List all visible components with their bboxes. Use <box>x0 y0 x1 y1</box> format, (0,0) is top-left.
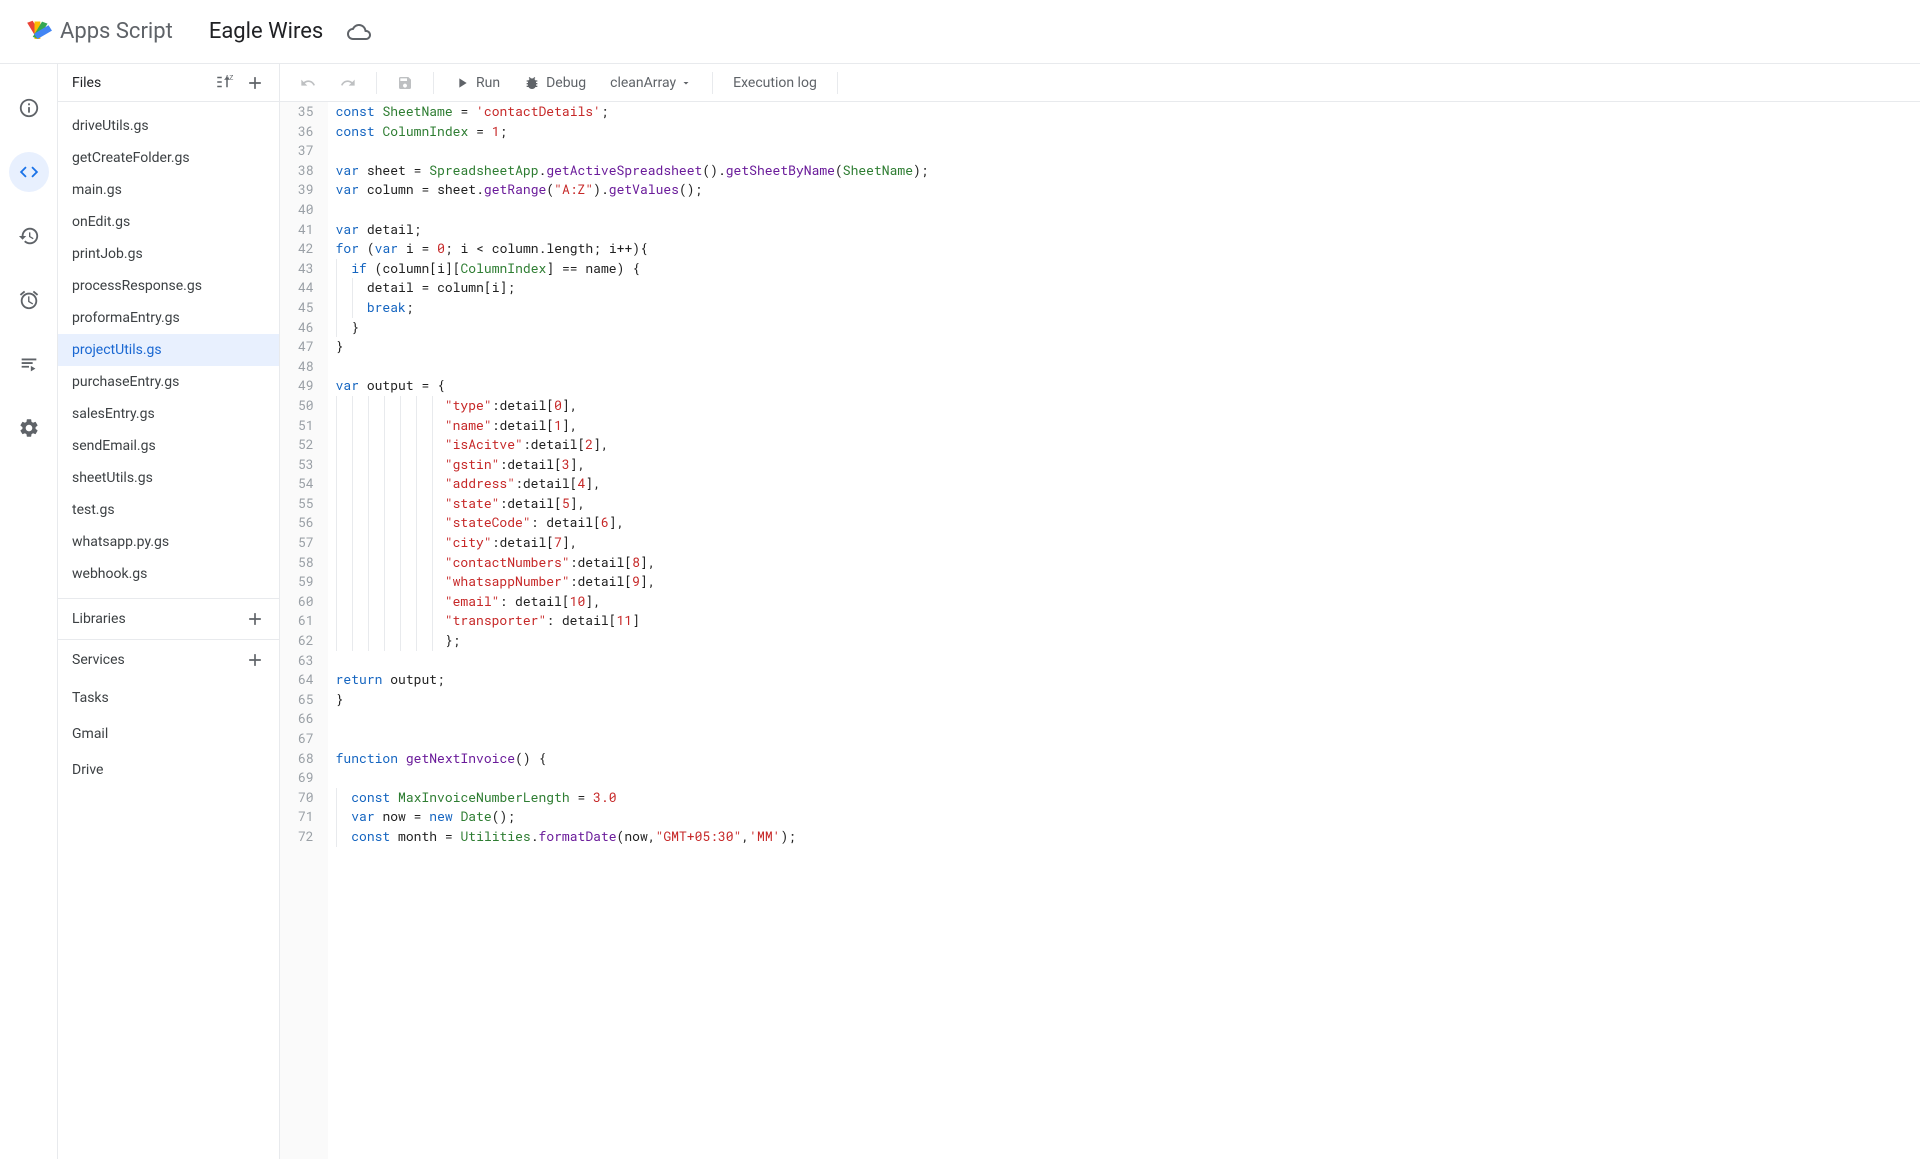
debug-label: Debug <box>546 75 586 91</box>
undo-button[interactable] <box>290 69 326 97</box>
line-gutter: 3536373839404142434445464748495051525354… <box>280 102 328 1159</box>
file-item[interactable]: onEdit.gs <box>58 206 279 238</box>
exec-log-label: Execution log <box>733 75 817 91</box>
file-item[interactable]: getCreateFolder.gs <box>58 142 279 174</box>
file-item[interactable]: sheetUtils.gs <box>58 462 279 494</box>
file-item[interactable]: main.gs <box>58 174 279 206</box>
sort-az-icon[interactable]: AZ <box>215 73 235 93</box>
file-item[interactable]: driveUtils.gs <box>58 110 279 142</box>
service-item[interactable]: Tasks <box>58 680 279 716</box>
nav-triggers-history[interactable] <box>9 216 49 256</box>
editor-area: Run Debug cleanArray Execution log 35363… <box>280 64 1920 1159</box>
nav-executions[interactable] <box>9 344 49 384</box>
sidebar: Files AZ driveUtils.gsgetCreateFolder.gs… <box>58 64 280 1159</box>
execution-log-button[interactable]: Execution log <box>723 69 827 97</box>
files-label: Files <box>72 75 101 91</box>
run-label: Run <box>476 75 500 91</box>
file-item[interactable]: processResponse.gs <box>58 270 279 302</box>
services-header: Services <box>58 639 279 680</box>
nav-editor[interactable] <box>9 152 49 192</box>
run-button[interactable]: Run <box>444 69 510 97</box>
debug-button[interactable]: Debug <box>514 69 596 97</box>
service-item[interactable]: Drive <box>58 752 279 788</box>
cloud-saved-icon[interactable] <box>347 20 371 44</box>
service-item[interactable]: Gmail <box>58 716 279 752</box>
svg-text:AZ: AZ <box>225 73 233 81</box>
nav-overview[interactable] <box>9 88 49 128</box>
logo-area: Apps Script <box>24 18 173 46</box>
app-name: Apps Script <box>60 19 173 44</box>
function-selected: cleanArray <box>610 75 676 91</box>
code-content[interactable]: const SheetName = 'contactDetails';const… <box>328 102 937 1159</box>
function-selector[interactable]: cleanArray <box>600 69 702 97</box>
header: Apps Script Eagle Wires <box>0 0 1920 64</box>
add-service-icon[interactable] <box>245 650 265 670</box>
apps-script-logo-icon <box>24 18 52 46</box>
file-item[interactable]: purchaseEntry.gs <box>58 366 279 398</box>
files-header: Files AZ <box>58 64 279 102</box>
file-item[interactable]: proformaEntry.gs <box>58 302 279 334</box>
add-file-icon[interactable] <box>245 73 265 93</box>
redo-button[interactable] <box>330 69 366 97</box>
file-item[interactable]: projectUtils.gs <box>58 334 279 366</box>
libraries-header: Libraries <box>58 598 279 639</box>
code-editor[interactable]: 3536373839404142434445464748495051525354… <box>280 102 1920 1159</box>
file-item[interactable]: printJob.gs <box>58 238 279 270</box>
file-item[interactable]: salesEntry.gs <box>58 398 279 430</box>
add-library-icon[interactable] <box>245 609 265 629</box>
nav-triggers-alarm[interactable] <box>9 280 49 320</box>
nav-rail <box>0 64 58 1159</box>
file-item[interactable]: webhook.gs <box>58 558 279 590</box>
project-name[interactable]: Eagle Wires <box>209 19 323 44</box>
save-button[interactable] <box>387 69 423 97</box>
nav-settings[interactable] <box>9 408 49 448</box>
chevron-down-icon <box>680 77 692 89</box>
file-list: driveUtils.gsgetCreateFolder.gsmain.gson… <box>58 102 279 598</box>
editor-toolbar: Run Debug cleanArray Execution log <box>280 64 1920 102</box>
file-item[interactable]: sendEmail.gs <box>58 430 279 462</box>
services-label: Services <box>72 652 125 668</box>
file-item[interactable]: test.gs <box>58 494 279 526</box>
file-item[interactable]: whatsapp.py.gs <box>58 526 279 558</box>
libraries-label: Libraries <box>72 611 126 627</box>
